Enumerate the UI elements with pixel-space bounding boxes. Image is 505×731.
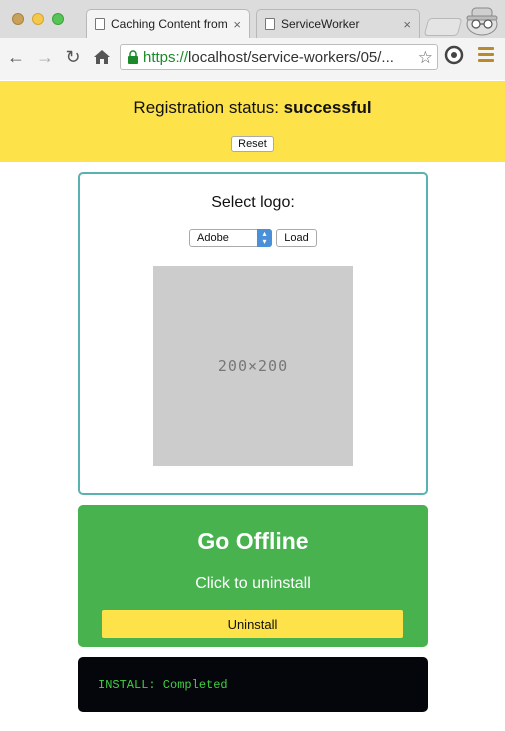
placeholder-size-text: 200×200 [217,357,289,375]
close-icon[interactable]: × [403,17,411,32]
window-minimize-button[interactable] [32,13,44,25]
extension-icon[interactable] [444,45,464,65]
status-value: successful [283,98,372,117]
logo-placeholder-image: 200×200 [153,266,353,466]
logo-heading: Select logo: [211,194,295,211]
status-label: Registration status: [133,98,279,117]
select-arrows-icon: ▴ ▾ [257,229,272,247]
browser-chrome: Caching Content from × ServiceWorker × ←… [0,0,505,80]
reload-icon[interactable]: ↻ [62,46,84,68]
page-icon [265,18,275,30]
logo-selector-panel: Select logo: Adobe ▴ ▾ Load 200×200 [78,172,428,495]
offline-title: Go Offline [197,528,309,554]
registration-status-bar: Registration status: successful Reset [0,81,505,162]
menu-icon[interactable] [478,47,494,63]
tab-caching-content[interactable]: Caching Content from × [86,9,250,38]
go-offline-panel: Go Offline Click to uninstall Uninstall [78,505,428,647]
logo-select-value: Adobe [197,232,229,244]
tab-strip: Caching Content from × ServiceWorker × [0,0,505,38]
tab-serviceworker[interactable]: ServiceWorker × [256,9,420,38]
new-tab-button[interactable] [423,18,463,36]
window-maximize-button[interactable] [52,13,64,25]
home-icon[interactable] [91,46,113,68]
url-path: localhost/service-workers/05/... [188,48,394,66]
address-bar[interactable]: https:// localhost/service-workers/05/..… [120,44,438,70]
browser-toolbar: ← → ↻ https:// localhost/service-workers… [0,38,505,80]
close-icon[interactable]: × [233,17,241,32]
back-arrow-icon[interactable]: ← [5,46,27,68]
uninstall-button[interactable]: Uninstall [102,610,403,638]
url-scheme: https:// [143,48,189,66]
tab-title: ServiceWorker [281,17,360,31]
window-close-button[interactable] [12,13,24,25]
registration-status: Registration status: successful [0,98,505,118]
page-icon [95,18,105,30]
incognito-profile-icon[interactable] [464,2,500,36]
reset-button[interactable]: Reset [231,136,274,152]
forward-arrow-icon[interactable]: → [34,46,56,68]
offline-subtitle: Click to uninstall [195,575,311,592]
lock-icon [128,50,138,64]
load-button[interactable]: Load [276,229,317,247]
tab-title: Caching Content from [111,17,228,31]
console-line: INSTALL: Completed [98,678,228,692]
console-output: INSTALL: Completed [78,657,428,712]
logo-select[interactable]: Adobe ▴ ▾ [189,229,272,247]
star-icon[interactable]: ☆ [415,48,433,68]
